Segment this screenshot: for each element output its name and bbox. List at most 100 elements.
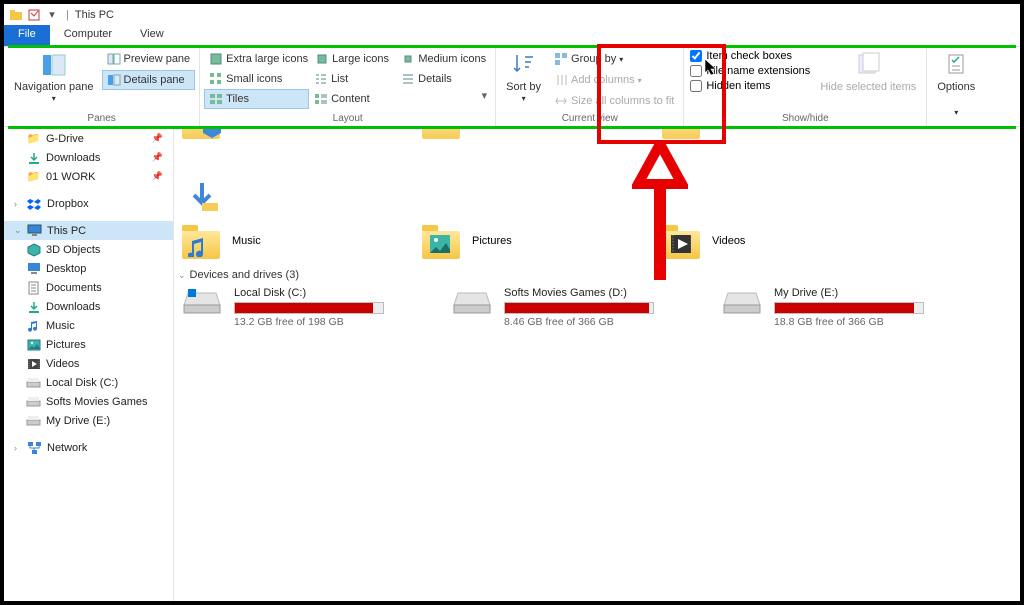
group-by-button[interactable]: Group by ▾ [549,49,679,69]
layout-tiles[interactable]: Tiles [204,89,309,109]
folder-music[interactable]: Music [182,223,382,259]
details-pane-button[interactable]: Details pane [102,70,196,90]
tab-view[interactable]: View [126,25,178,46]
quick-access-toolbar: ▾ [8,7,60,23]
section-devices-drives[interactable]: ⌄Devices and drives (3) [178,269,1012,281]
videos-folder-icon [662,223,702,259]
group-label-current-view: Current view [500,112,679,124]
tab-computer[interactable]: Computer [50,25,126,46]
chevron-right-icon[interactable]: › [14,199,22,209]
nav-pane-label: Navigation pane [14,81,94,93]
nav-work[interactable]: 📁01 WORK📌 [4,167,173,186]
qat-dropdown-icon[interactable]: ▾ [44,7,60,23]
group-panes: Navigation pane▾ Preview pane Details pa… [4,47,200,126]
nav-local-disk-c[interactable]: Local Disk (C:) [4,373,173,392]
nav-this-pc[interactable]: ⌄This PC [4,221,173,240]
ribbon-tabs: File Computer View [4,25,1020,47]
file-extensions-checkbox[interactable]: File name extensions [688,64,812,78]
layout-large[interactable]: Large icons [310,49,396,69]
dropbox-icon [27,196,42,211]
nav-music[interactable]: Music [4,316,173,335]
nav-pictures[interactable]: Pictures [4,335,173,354]
group-options: Options▾ [927,47,985,126]
drive-softs-d[interactable]: Softs Movies Games (D:) 8.46 GB free of … [452,287,682,328]
drive-icon [182,287,222,317]
group-label-show-hide: Show/hide [688,112,922,124]
options-button[interactable]: Options▾ [931,49,981,120]
add-columns-button[interactable]: Add columns ▾ [549,70,679,90]
tab-file[interactable]: File [4,25,50,46]
hide-selected-button[interactable]: Hide selected items [814,49,922,95]
storage-bar [774,302,924,314]
drive-icon [722,287,762,317]
downloads-icon [26,299,41,314]
nav-downloads-qa[interactable]: Downloads📌 [4,148,173,167]
nav-downloads[interactable]: Downloads [4,297,173,316]
nav-gdrive[interactable]: 📁G-Drive📌 [4,129,173,148]
drive-icon [26,413,41,428]
hidden-items-checkbox[interactable]: Hidden items [688,79,812,93]
downloads-icon [26,150,41,165]
nav-videos[interactable]: Videos [4,354,173,373]
navigation-pane: 📁G-Drive📌 Downloads📌 📁01 WORK📌 ›Dropbox … [4,127,174,601]
group-current-view: Sort by▾ Group by ▾ Add columns ▾ Size a… [496,47,684,126]
group-label-layout: Layout [204,112,491,124]
layout-list[interactable]: List [309,69,396,89]
nav-softs-d[interactable]: Softs Movies Games [4,392,173,411]
drive-icon [452,287,492,317]
content-pane[interactable]: Music Pictures Videos ⌄Devices and drive… [174,127,1020,601]
pictures-folder-icon [422,223,462,259]
layout-content[interactable]: Content [309,89,396,109]
pin-icon: 📌 [152,133,163,144]
chevron-right-icon[interactable]: › [14,443,22,453]
pictures-icon [26,337,41,352]
chevron-down-icon: ⌄ [178,270,186,281]
main-area: 📁G-Drive📌 Downloads📌 📁01 WORK📌 ›Dropbox … [4,127,1020,601]
pin-icon: 📌 [152,152,163,163]
drive-icon [26,394,41,409]
layout-extra-large[interactable]: Extra large icons [204,49,310,69]
layout-medium[interactable]: Medium icons [396,49,491,69]
nav-documents[interactable]: Documents [4,278,173,297]
nav-3d-objects[interactable]: 3D Objects [4,240,173,259]
layout-small[interactable]: Small icons [204,69,309,89]
nav-desktop[interactable]: Desktop [4,259,173,278]
folder-pictures[interactable]: Pictures [422,223,622,259]
group-label-panes: Panes [8,112,195,124]
sort-by-button[interactable]: Sort by▾ [500,49,547,106]
size-all-columns-button[interactable]: Size all columns to fit [549,91,679,111]
3d-icon [26,242,41,257]
nav-dropbox[interactable]: ›Dropbox [4,194,173,213]
drive-icon [26,375,41,390]
properties-icon[interactable] [26,7,42,23]
desktop-icon [26,261,41,276]
ribbon: Navigation pane▾ Preview pane Details pa… [4,47,1020,127]
nav-my-drive-e[interactable]: My Drive (E:) [4,411,173,430]
folder-icon: 📁 [26,131,41,146]
pc-icon [27,223,42,238]
drive-my-drive-e[interactable]: My Drive (E:) 18.8 GB free of 366 GB [722,287,952,328]
videos-icon [26,356,41,371]
folder-item-downloads-partial[interactable] [182,179,302,213]
folder-videos[interactable]: Videos [662,223,862,259]
drive-local-c[interactable]: Local Disk (C:) 13.2 GB free of 198 GB [182,287,412,328]
group-layout: Extra large icons Large icons Medium ico… [200,47,496,126]
folder-icon: 📁 [26,169,41,184]
layout-more-icon[interactable]: ▾ [396,89,491,109]
group-show-hide: Item check boxes File name extensions Hi… [684,47,927,126]
navigation-pane-button[interactable]: Navigation pane▾ [8,49,100,106]
network-icon [27,440,42,455]
storage-bar [234,302,384,314]
title-bar: ▾ | This PC [4,4,1020,25]
nav-network[interactable]: ›Network [4,438,173,457]
preview-pane-button[interactable]: Preview pane [102,49,196,69]
layout-details[interactable]: Details [396,69,491,89]
storage-bar [504,302,654,314]
chevron-down-icon[interactable]: ⌄ [14,225,22,236]
window-title: This PC [75,9,114,21]
music-folder-icon [182,223,222,259]
music-icon [26,318,41,333]
item-checkboxes-checkbox[interactable]: Item check boxes [688,49,812,63]
pin-icon: 📌 [152,171,163,182]
folder-icon[interactable] [8,7,24,23]
